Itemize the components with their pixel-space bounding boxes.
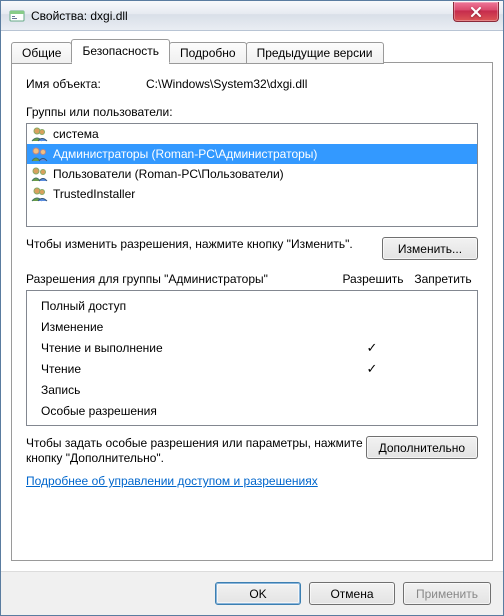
- advanced-text: Чтобы задать особые разрешения или парам…: [26, 436, 366, 466]
- permission-row: Полный доступ: [27, 295, 477, 316]
- dialog-footer: OK Отмена Применить: [1, 571, 503, 615]
- cancel-button[interactable]: Отмена: [309, 582, 395, 605]
- permission-name: Запись: [41, 383, 337, 397]
- list-item-label: система: [53, 127, 99, 141]
- tab-strip: Общие Безопасность Подробно Предыдущие в…: [11, 39, 493, 63]
- permissions-header: Разрешения для группы "Администраторы" Р…: [26, 272, 478, 287]
- edit-button[interactable]: Изменить...: [382, 237, 478, 260]
- allow-mark: ✓: [337, 361, 407, 377]
- users-group-icon: [31, 166, 49, 182]
- user-icon: [31, 126, 49, 142]
- allow-column-header: Разрешить: [338, 272, 408, 287]
- deny-column-header: Запретить: [408, 272, 478, 287]
- permissions-lead: Разрешения для группы "Администраторы": [26, 272, 338, 287]
- app-icon: [9, 8, 25, 24]
- list-item-label: Пользователи (Roman-PC\Пользователи): [53, 167, 284, 181]
- allow-mark: ✓: [337, 340, 407, 356]
- permission-row: Запись: [27, 379, 477, 400]
- object-name-value: C:\Windows\System32\dxgi.dll: [146, 77, 307, 91]
- close-button[interactable]: [453, 2, 499, 22]
- list-item-label: Администраторы (Roman-PC\Администраторы): [53, 147, 317, 161]
- list-item[interactable]: система: [27, 124, 477, 144]
- learn-more-link[interactable]: Подробнее об управлении доступом и разре…: [26, 474, 478, 488]
- permission-name: Изменение: [41, 320, 337, 334]
- user-icon: [31, 186, 49, 202]
- tab-security[interactable]: Безопасность: [71, 39, 170, 63]
- properties-window: Свойства: dxgi.dll Общие Безопасность По…: [0, 0, 504, 616]
- permission-row: Чтение ✓: [27, 358, 477, 379]
- users-group-icon: [31, 146, 49, 162]
- list-item[interactable]: Администраторы (Roman-PC\Администраторы): [27, 144, 477, 164]
- permission-name: Чтение и выполнение: [41, 341, 337, 355]
- groups-label: Группы или пользователи:: [26, 105, 478, 119]
- list-item[interactable]: TrustedInstaller: [27, 184, 477, 204]
- close-icon: [470, 7, 482, 17]
- security-panel: Имя объекта: C:\Windows\System32\dxgi.dl…: [11, 62, 493, 561]
- permission-row: Особые разрешения: [27, 400, 477, 421]
- titlebar: Свойства: dxgi.dll: [1, 1, 503, 31]
- permission-name: Чтение: [41, 362, 337, 376]
- change-permissions-text: Чтобы изменить разрешения, нажмите кнопк…: [26, 237, 382, 252]
- apply-button[interactable]: Применить: [403, 582, 491, 605]
- permissions-list: Полный доступ Изменение Чтение и выполне…: [26, 290, 478, 426]
- advanced-button[interactable]: Дополнительно: [366, 436, 478, 459]
- permission-row: Чтение и выполнение ✓: [27, 337, 477, 358]
- permission-row: Изменение: [27, 316, 477, 337]
- object-name-label: Имя объекта:: [26, 77, 146, 91]
- window-title: Свойства: dxgi.dll: [31, 9, 128, 23]
- permission-name: Полный доступ: [41, 299, 337, 313]
- list-item[interactable]: Пользователи (Roman-PC\Пользователи): [27, 164, 477, 184]
- tab-general[interactable]: Общие: [11, 42, 72, 64]
- advanced-row: Чтобы задать особые разрешения или парам…: [26, 436, 478, 466]
- change-permissions-row: Чтобы изменить разрешения, нажмите кнопк…: [26, 237, 478, 260]
- tab-previous-versions[interactable]: Предыдущие версии: [246, 42, 384, 64]
- list-item-label: TrustedInstaller: [53, 187, 135, 201]
- ok-button[interactable]: OK: [215, 582, 301, 605]
- groups-listbox[interactable]: система Администраторы (Roman-PC\Админис…: [26, 123, 478, 227]
- object-name-row: Имя объекта: C:\Windows\System32\dxgi.dl…: [26, 77, 478, 91]
- tab-details[interactable]: Подробно: [169, 42, 247, 64]
- client-area: Общие Безопасность Подробно Предыдущие в…: [1, 31, 503, 571]
- permission-name: Особые разрешения: [41, 404, 337, 418]
